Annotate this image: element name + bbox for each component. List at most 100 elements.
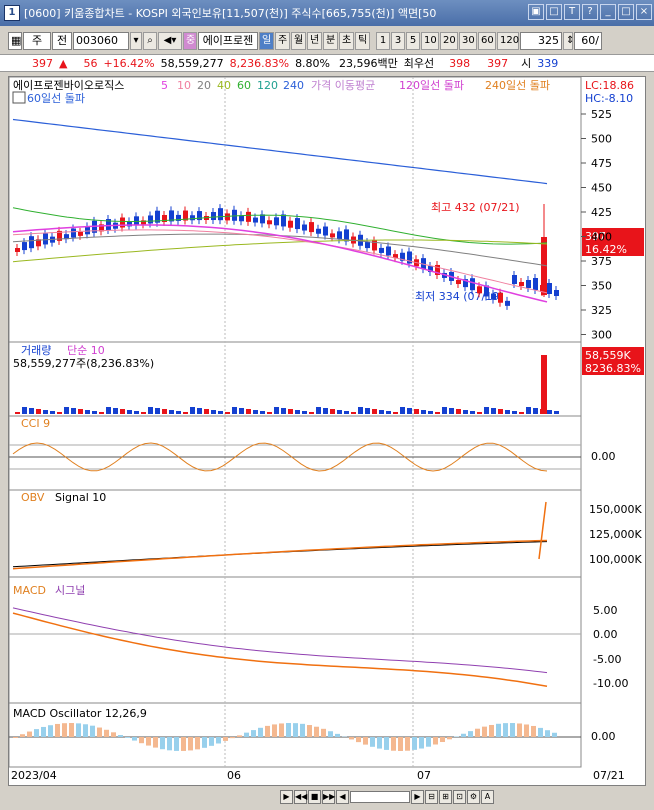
obv-spike: [538, 501, 547, 560]
candle-body: [330, 233, 335, 238]
volume-bar: [99, 412, 104, 414]
close-icon[interactable]: ×: [636, 4, 652, 20]
volume-bar: [414, 409, 419, 414]
grid-icon[interactable]: ▦: [8, 32, 22, 50]
scroll-slider[interactable]: [350, 791, 410, 803]
volume-bar: [204, 409, 209, 414]
chart-area[interactable]: 에이프로젠바이오로직스 5 10 20 40 60 120 240 가격 이동평…: [8, 76, 646, 786]
osc-bar: [237, 735, 242, 737]
volume-bar: [57, 412, 62, 414]
tf-year[interactable]: 년: [307, 32, 322, 50]
candle-body: [134, 216, 139, 226]
volume-bar: [176, 411, 181, 414]
link-icon[interactable]: ▣: [528, 4, 544, 20]
minimize-icon[interactable]: _: [600, 4, 616, 20]
rewind-icon[interactable]: ◀◀: [294, 790, 307, 804]
num-5[interactable]: 5: [406, 32, 420, 50]
a-icon[interactable]: A: [481, 790, 494, 804]
chart-canvas[interactable]: 에이프로젠바이오로직스 5 10 20 40 60 120 240 가격 이동평…: [8, 76, 645, 785]
settings-icon[interactable]: ⚙: [467, 790, 480, 804]
speaker-icon[interactable]: ◀▾: [158, 32, 182, 50]
period-select[interactable]: 주: [23, 32, 51, 50]
count-input[interactable]: 325: [520, 32, 562, 50]
obv-axis-100: 100,000K: [589, 553, 642, 566]
osc-bar: [104, 729, 109, 737]
volume-bar: [148, 407, 153, 414]
macd-panel: MACD 시그널 5.00 0.00 -5.00 -10.00: [9, 584, 628, 690]
favorite-icon[interactable]: 중: [183, 32, 197, 50]
help-icon[interactable]: ?: [582, 4, 598, 20]
search-icon[interactable]: ▾: [130, 32, 142, 50]
candle-body: [71, 228, 76, 238]
restore-icon[interactable]: □: [546, 4, 562, 20]
first-icon[interactable]: ▶: [280, 790, 293, 804]
obv-axis-150: 150,000K: [589, 503, 642, 516]
candle-body: [323, 226, 328, 236]
prev-icon[interactable]: ◀: [336, 790, 349, 804]
volume-bar: [484, 407, 489, 414]
mode-select[interactable]: 전: [52, 32, 72, 50]
price-tick-label: 325: [591, 304, 612, 317]
osc-bar: [13, 737, 18, 738]
candle-body: [295, 218, 300, 230]
right-input[interactable]: 60/: [574, 32, 602, 50]
fit-icon[interactable]: ⊡: [453, 790, 466, 804]
window-number: 1: [4, 5, 20, 21]
volume-bar: [512, 411, 517, 414]
osc-bar: [258, 727, 263, 737]
change-pct: +16.42%: [103, 56, 155, 70]
candle-body: [218, 208, 223, 221]
tf-month[interactable]: 월: [291, 32, 306, 50]
price-tick-label: 450: [591, 182, 612, 195]
tf-day[interactable]: 일: [259, 32, 274, 50]
num-60[interactable]: 60: [478, 32, 496, 50]
macd-label: MACD: [13, 584, 46, 597]
num-30[interactable]: 30: [459, 32, 477, 50]
num-1[interactable]: 1: [376, 32, 390, 50]
zoom-in-icon[interactable]: ⊞: [439, 790, 452, 804]
candle-body: [232, 209, 237, 221]
num-10[interactable]: 10: [421, 32, 439, 50]
num-120[interactable]: 120: [497, 32, 519, 50]
volume-bar: [15, 412, 20, 414]
tf-second[interactable]: 초: [339, 32, 354, 50]
num-3[interactable]: 3: [391, 32, 405, 50]
volume-bar: [64, 407, 69, 414]
candle-body: [302, 224, 307, 231]
code-input[interactable]: 003060: [73, 32, 129, 50]
osc-bar: [160, 737, 165, 750]
next-icon[interactable]: ▶: [411, 790, 424, 804]
search-icon-2[interactable]: ⌕: [143, 32, 157, 50]
candle-body: [519, 282, 524, 286]
obv-axis-125: 125,000K: [589, 528, 642, 541]
osc-bar: [349, 737, 354, 740]
stop-icon[interactable]: ■: [308, 790, 321, 804]
amount: 23,596백만: [339, 57, 398, 70]
zoom-out-icon[interactable]: ⊟: [425, 790, 438, 804]
maximize-icon[interactable]: □: [618, 4, 634, 20]
candle-body: [148, 215, 153, 224]
volume-bar: [281, 408, 286, 414]
volume-bar: [85, 410, 90, 414]
spin-icon[interactable]: ⇕: [563, 32, 574, 50]
num-20[interactable]: 20: [440, 32, 458, 50]
stock-label: 에이프로젠바이오로직스: [13, 79, 124, 92]
table-icon[interactable]: [12, 91, 26, 104]
osc-bar: [97, 727, 102, 737]
osc-bar: [510, 723, 515, 737]
volume-bar: [295, 410, 300, 414]
tf-week[interactable]: 주: [275, 32, 290, 50]
forward-icon[interactable]: ▶▶: [322, 790, 335, 804]
candle-body: [281, 214, 286, 227]
macd-axis-0: 0.00: [593, 628, 618, 641]
tf-minute[interactable]: 분: [323, 32, 338, 50]
candle-body: [533, 278, 538, 290]
text-icon[interactable]: T: [564, 4, 580, 20]
lc-label: LC:18.86: [585, 79, 634, 92]
window-title: [0600] 키움종합차트 - KOSPI 외국인보유[11,507(천)] 주…: [24, 7, 437, 20]
price-tick-label: 375: [591, 255, 612, 268]
tf-tick[interactable]: 틱: [355, 32, 370, 50]
candle-body: [470, 278, 475, 291]
date-07-21: 07/21: [593, 769, 625, 782]
macd-axis-m5: -5.00: [593, 653, 621, 666]
